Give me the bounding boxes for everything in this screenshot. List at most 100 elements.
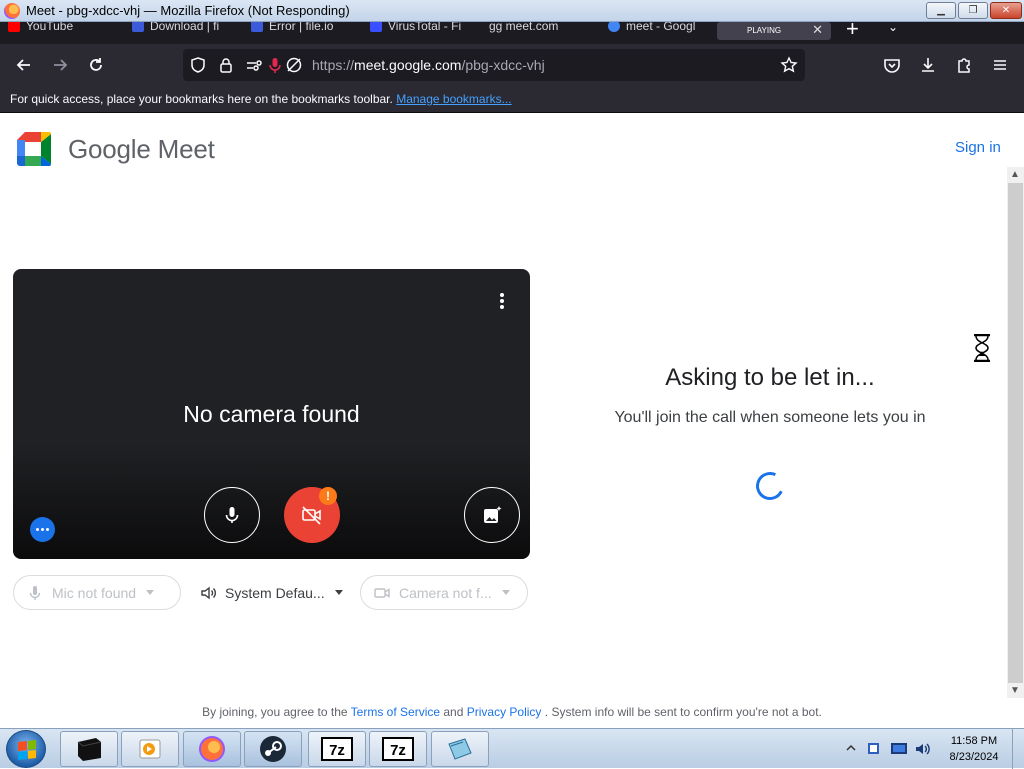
bookmark-star-icon[interactable] [780,56,798,74]
speaker-select-label: System Defau... [225,584,325,601]
asking-subtitle: You'll join the call when someone lets y… [614,409,926,426]
terms-of-service-link[interactable]: Terms of Service [351,705,440,719]
svg-text:7z: 7z [329,742,345,759]
firefox-logo-icon [4,3,20,19]
tab-strip: YouTube Download | fi Error | file.io Vi… [0,22,1024,44]
tab-meet-active[interactable]: PLAYING ✕ [717,22,831,40]
no-camera-message: No camera found [183,401,360,427]
scroll-down-icon[interactable]: ▼ [1010,685,1020,696]
lock-icon[interactable] [217,56,235,74]
taskbar-app-firefox[interactable] [183,731,241,767]
close-tab-icon[interactable]: ✕ [812,22,823,38]
microphone-blocked-icon[interactable] [266,56,284,74]
windows-logo-icon [18,740,36,760]
bookmarks-hint: For quick access, place your bookmarks h… [10,92,512,106]
fileio-icon [132,22,144,32]
visual-effects-button[interactable] [464,487,520,543]
reload-button[interactable] [86,55,106,75]
manage-bookmarks-link[interactable]: Manage bookmarks... [396,92,511,106]
start-button[interactable] [6,730,46,768]
pocket-icon[interactable] [882,55,902,75]
flag-tray-icon[interactable] [866,741,882,757]
tab-google-search[interactable]: meet - Googl [608,22,695,36]
show-desktop-button[interactable] [1012,729,1024,769]
taskbar-app-media-player[interactable] [121,731,179,767]
new-tab-button[interactable]: + [846,22,859,42]
tab-gg-meet[interactable]: gg meet.com [489,22,558,36]
google-meet-logo-icon [17,132,51,166]
url-bar[interactable]: https://meet.google.com/pbg-xdcc-vhj [183,49,805,81]
taskbar-app-notebook[interactable] [431,731,489,767]
close-window-button[interactable]: ✕ [990,2,1022,19]
minimize-button[interactable]: ▁ [926,2,956,19]
system-clock[interactable]: 11:58 PM 8/23/2024 [940,733,1008,765]
bookmarks-toolbar: For quick access, place your bookmarks h… [0,86,1024,113]
more-actions-icon[interactable] [30,517,55,542]
asking-title: Asking to be let in... [665,364,875,391]
window-title: Meet - pbg-xdcc-vhj — Mozilla Firefox (N… [26,3,350,18]
svg-text:7z: 7z [390,742,406,759]
tray-expand-icon[interactable] [846,743,856,753]
url-path: /pbg-xdcc-vhj [461,57,545,73]
tab-youtube[interactable]: YouTube [8,22,73,36]
loading-spinner-icon [752,468,788,504]
camera-blocked-icon[interactable] [285,56,303,74]
chevron-down-icon [501,590,510,595]
tab-download[interactable]: Download | fi [132,22,219,36]
volume-tray-icon[interactable] [914,741,932,757]
youtube-icon [8,22,20,32]
back-button[interactable] [14,55,34,75]
taskbar-app-7zip-2[interactable]: 7z [369,731,427,767]
network-tray-icon[interactable] [890,741,908,757]
video-preview: No camera found ! [13,269,530,559]
camera-select[interactable]: Camera not f... [360,575,528,610]
url-text[interactable]: https://meet.google.com/pbg-xdcc-vhj [312,57,545,73]
media-player-icon [139,739,161,759]
warning-badge-icon: ! [319,487,337,505]
mic-select[interactable]: Mic not found [13,575,181,610]
chevron-down-icon [146,590,155,595]
page-scrollbar[interactable]: ▲ ▼ [1007,167,1024,698]
black-box-app-icon [77,738,102,761]
microphone-button[interactable] [204,487,260,543]
download-icon[interactable] [918,55,938,75]
privacy-policy-link[interactable]: Privacy Policy [467,705,542,719]
google-icon [608,22,620,32]
arrow-left-icon [16,59,30,71]
taskbar-app-desktop[interactable] [60,731,118,767]
visual-effects-icon [484,506,502,523]
list-tabs-button[interactable]: ⌄ [888,22,898,34]
window-titlebar: Meet - pbg-xdcc-vhj — Mozilla Firefox (N… [0,0,1024,22]
scroll-thumb[interactable] [1008,183,1023,683]
google-meet-brand: Google Meet [68,134,215,164]
reload-icon [90,58,102,71]
scroll-up-icon[interactable]: ▲ [1010,169,1020,180]
7zip-icon: 7z [321,737,353,761]
permissions-icon[interactable] [245,56,263,74]
sign-in-link[interactable]: Sign in [955,139,1001,156]
hamburger-menu-icon[interactable] [990,55,1010,75]
hourglass-cursor-icon [974,334,990,362]
firefox-icon [199,736,225,762]
virustotal-icon [370,22,382,32]
steam-icon [260,736,286,762]
7zip-icon: 7z [382,737,414,761]
extensions-icon[interactable] [954,55,974,75]
forward-button[interactable] [50,55,70,75]
more-options-icon[interactable] [497,293,507,313]
taskbar-app-steam[interactable] [244,731,302,767]
arrow-right-icon [54,59,68,71]
url-scheme: https:// [312,57,355,73]
tab-error[interactable]: Error | file.io [251,22,333,36]
fileio-icon [251,22,263,32]
microphone-icon [29,585,41,600]
mic-select-label: Mic not found [52,584,137,601]
speaker-icon [201,586,216,599]
taskbar-app-7zip[interactable]: 7z [308,731,366,767]
clock-date: 8/23/2024 [949,751,999,763]
restore-button[interactable]: ❐ [958,2,988,19]
camera-off-icon [302,506,321,525]
speaker-select[interactable]: System Defau... [186,575,354,610]
tab-virustotal[interactable]: VirusTotal - Fi [370,22,461,36]
shield-icon[interactable] [189,56,207,74]
